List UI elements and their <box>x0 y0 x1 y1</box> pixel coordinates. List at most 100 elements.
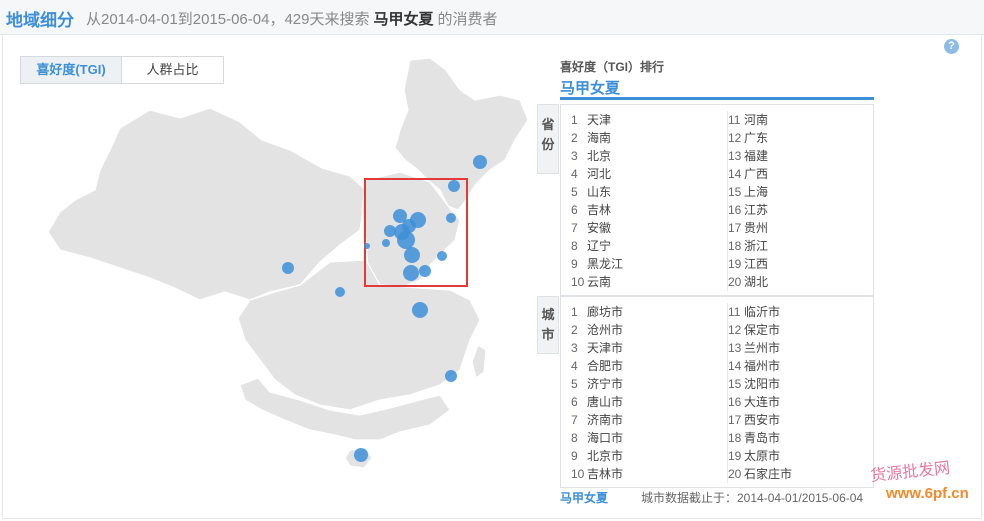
bubble-baoding[interactable] <box>384 225 396 237</box>
bubble-jilin[interactable] <box>448 180 460 192</box>
bubble-henan[interactable] <box>335 287 345 297</box>
list-item[interactable]: 3 北京 <box>571 147 721 165</box>
list-item[interactable]: 11 河南 <box>728 111 878 129</box>
rank-name: 济宁市 <box>587 377 624 391</box>
map-region-taiwan <box>471 344 487 380</box>
list-item[interactable]: 17 贵州 <box>728 219 878 237</box>
list-item[interactable]: 14 福州市 <box>728 357 878 375</box>
list-item[interactable]: 13 福建 <box>728 147 878 165</box>
rank-number: 19 <box>728 449 742 463</box>
bubble-anhui[interactable] <box>412 302 428 318</box>
list-item[interactable]: 7 安徽 <box>571 219 721 237</box>
rank-name: 河北 <box>587 167 612 181</box>
list-item[interactable]: 20 石家庄市 <box>728 465 878 483</box>
footer-keyword[interactable]: 马甲女夏 <box>560 489 608 506</box>
list-item[interactable]: 2 沧州市 <box>571 321 721 339</box>
list-item[interactable]: 9 黑龙江 <box>571 255 721 273</box>
rank-name: 江苏 <box>744 203 769 217</box>
list-item[interactable]: 20 湖北 <box>728 273 878 291</box>
rank-number: 2 <box>571 323 578 337</box>
bubble-taiyuan[interactable] <box>382 239 390 247</box>
tab-city-label: 城市 <box>541 307 555 342</box>
bubble-linyi[interactable] <box>419 265 431 277</box>
list-item[interactable]: 6 唐山市 <box>571 393 721 411</box>
list-item[interactable]: 16 江苏 <box>728 201 878 219</box>
rank-name: 湖北 <box>744 275 769 289</box>
bubble-heilongjiang[interactable] <box>473 155 487 169</box>
list-item[interactable]: 8 辽宁 <box>571 237 721 255</box>
rank-number: 17 <box>728 221 742 235</box>
list-item[interactable]: 5 山东 <box>571 183 721 201</box>
rank-number: 11 <box>728 113 741 127</box>
rank-name: 天津市 <box>587 341 624 355</box>
rank-number: 6 <box>571 203 578 217</box>
list-item[interactable]: 18 浙江 <box>728 237 878 255</box>
rank-name: 北京市 <box>587 449 624 463</box>
list-item[interactable]: 13 兰州市 <box>728 339 878 357</box>
list-item[interactable]: 10 吉林市 <box>571 465 721 483</box>
bubble-cangzhou[interactable] <box>397 231 415 249</box>
list-item[interactable]: 10 云南 <box>571 273 721 291</box>
rank-number: 3 <box>571 149 578 163</box>
rank-number: 6 <box>571 395 578 409</box>
watermark-text: 货源批发网 <box>869 457 951 486</box>
rank-name: 福建 <box>744 149 769 163</box>
tab-province[interactable]: 省份 <box>537 104 559 174</box>
rank-name: 福州市 <box>744 359 781 373</box>
rank-number: 9 <box>571 449 578 463</box>
bubble-fuzhou[interactable] <box>445 370 457 382</box>
rank-number: 16 <box>728 395 742 409</box>
rank-number: 7 <box>571 221 578 235</box>
list-item[interactable]: 12 广东 <box>728 129 878 147</box>
list-item[interactable]: 2 海南 <box>571 129 721 147</box>
list-item[interactable]: 15 上海 <box>728 183 878 201</box>
rank-name: 北京 <box>587 149 612 163</box>
list-item[interactable]: 19 太原市 <box>728 447 878 465</box>
list-item[interactable]: 8 海口市 <box>571 429 721 447</box>
bubble-lanzhou[interactable] <box>282 262 294 274</box>
list-item[interactable]: 5 济宁市 <box>571 375 721 393</box>
bubble-jinan[interactable] <box>404 247 420 263</box>
bubble-liaoning[interactable] <box>446 213 456 223</box>
list-item[interactable]: 17 西安市 <box>728 411 878 429</box>
rank-number: 5 <box>571 377 578 391</box>
tab-city[interactable]: 城市 <box>537 296 559 354</box>
list-item[interactable]: 14 广西 <box>728 165 878 183</box>
rank-number: 12 <box>728 323 742 337</box>
list-item[interactable]: 15 沈阳市 <box>728 375 878 393</box>
bubble-jining[interactable] <box>403 265 419 281</box>
rank-name: 唐山市 <box>587 395 624 409</box>
list-item[interactable]: 7 济南市 <box>571 411 721 429</box>
rank-number: 10 <box>571 275 585 289</box>
list-item[interactable]: 1 天津 <box>571 111 721 129</box>
rank-number: 11 <box>728 305 741 319</box>
list-item[interactable]: 18 青岛市 <box>728 429 878 447</box>
list-item[interactable]: 9 北京市 <box>571 447 721 465</box>
rank-name: 吉林 <box>587 203 612 217</box>
rank-number: 18 <box>728 431 742 445</box>
help-icon[interactable]: ? <box>944 39 959 54</box>
rank-name: 上海 <box>744 185 769 199</box>
list-item[interactable]: 19 江西 <box>728 255 878 273</box>
list-item[interactable]: 3 天津市 <box>571 339 721 357</box>
list-item[interactable]: 16 大连市 <box>728 393 878 411</box>
ranking-title: 喜好度（TGI）排行 <box>560 60 664 74</box>
rank-name: 广东 <box>744 131 769 145</box>
list-item[interactable]: 4 河北 <box>571 165 721 183</box>
rank-number: 20 <box>728 275 742 289</box>
list-item[interactable]: 4 合肥市 <box>571 357 721 375</box>
list-item[interactable]: 11 临沂市 <box>728 303 878 321</box>
list-item[interactable]: 1 廊坊市 <box>571 303 721 321</box>
list-item[interactable]: 6 吉林 <box>571 201 721 219</box>
bubble-qingdao[interactable] <box>437 251 447 261</box>
rank-name: 合肥市 <box>587 359 624 373</box>
rank-name: 安徽 <box>587 221 612 235</box>
rank-name: 江西 <box>744 257 769 271</box>
bubble-haikou[interactable] <box>354 448 368 462</box>
tab-province-label: 省份 <box>541 117 555 152</box>
bubble-xian[interactable] <box>364 243 370 249</box>
rank-number: 1 <box>571 305 578 319</box>
rank-name: 天津 <box>587 113 612 127</box>
list-item[interactable]: 12 保定市 <box>728 321 878 339</box>
rank-number: 10 <box>571 467 585 481</box>
